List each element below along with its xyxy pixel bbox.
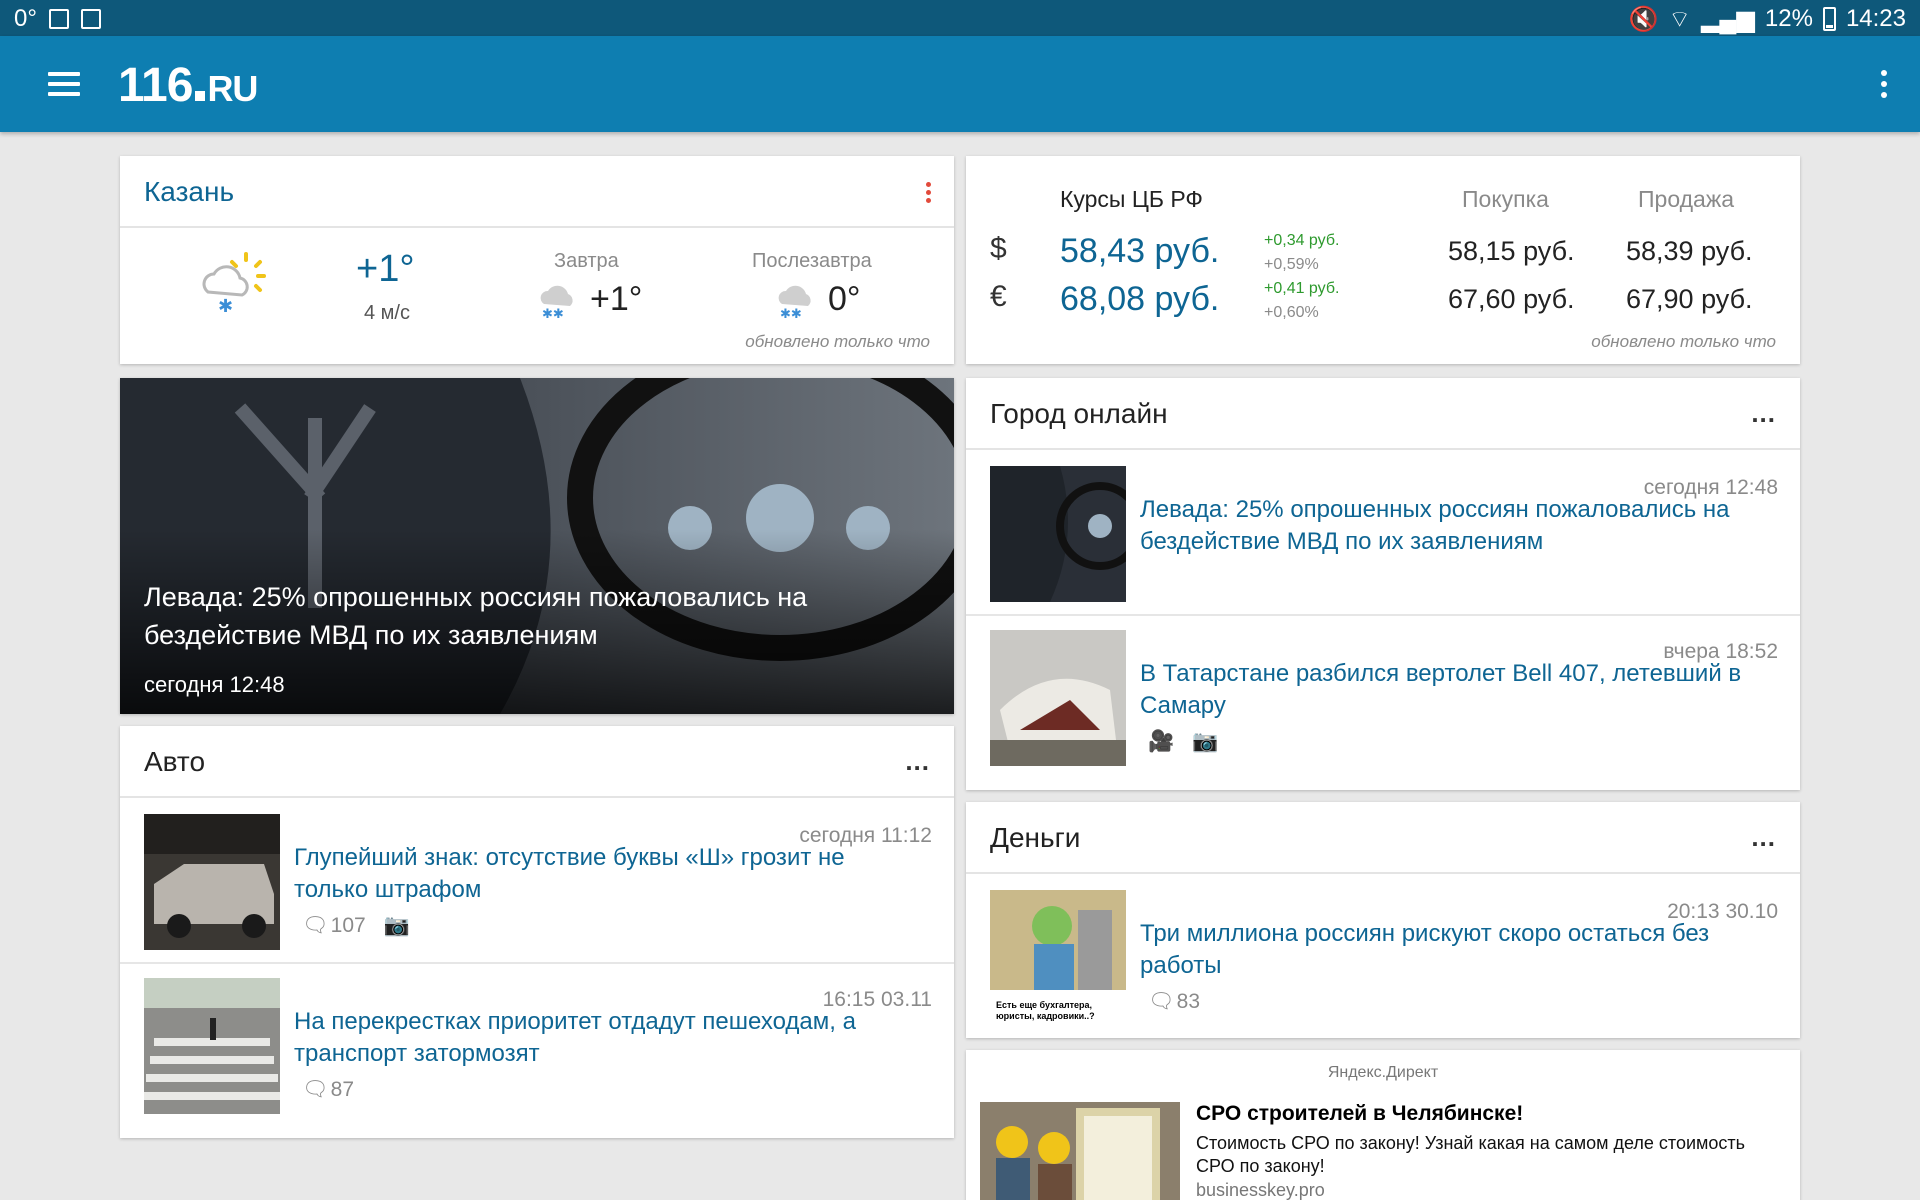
sell-column-label: Продажа xyxy=(1638,186,1734,212)
comment-icon: 🗨 xyxy=(302,1078,329,1101)
city-online-card: Город онлайн ... сегодня 12:48 Левада: 2… xyxy=(966,378,1800,790)
auto-section-title[interactable]: Авто xyxy=(144,746,205,778)
logo-domain: RU xyxy=(207,68,258,109)
city-online-more-button[interactable]: ... xyxy=(1751,400,1776,426)
news-title[interactable]: Левада: 25% опрошенных россиян пожаловал… xyxy=(1140,494,1760,558)
usd-change-pct: +0,59% xyxy=(1264,256,1319,273)
svg-text:✱: ✱ xyxy=(218,296,233,314)
screenshot-icon xyxy=(80,9,101,29)
news-title[interactable]: Глупейший знак: отсутствие буквы «Ш» гро… xyxy=(294,842,914,906)
news-thumbnail: Есть еще бухгалтера, юристы, кадровики..… xyxy=(990,890,1126,1026)
thumbnail-caption: Есть еще бухгалтера, юристы, кадровики..… xyxy=(996,1000,1095,1021)
eur-rate: 68,08 руб. xyxy=(1060,280,1220,318)
news-title[interactable]: В Татарстане разбился вертолет Bell 407,… xyxy=(1140,658,1760,722)
comments-number: 87 xyxy=(330,1078,355,1101)
cloud-snow-icon: ✱✱ xyxy=(778,285,811,320)
news-title[interactable]: На перекрестках приоритет отдадут пешехо… xyxy=(294,1006,914,1070)
ad-text: Стоимость СРО по закону! Узнай какая на … xyxy=(1196,1133,1746,1176)
comment-icon: 🗨 xyxy=(302,914,329,937)
app-bar: 116 RU xyxy=(0,36,1920,132)
auto-card: Авто ... сегодня 11:12 Глупейший знак: о… xyxy=(120,726,954,1138)
usd-rate: 58,43 руб. xyxy=(1060,232,1220,270)
overflow-menu-icon[interactable] xyxy=(1878,70,1890,100)
eur-symbol: € xyxy=(990,280,1007,313)
usd-change-abs: +0,34 руб. xyxy=(1264,232,1340,249)
usd-sell: 58,39 руб. xyxy=(1626,236,1753,266)
ad-image xyxy=(980,1102,1180,1200)
hero-time: сегодня 12:48 xyxy=(144,672,285,697)
list-item[interactable]: сегодня 12:48 Левада: 25% опрошенных рос… xyxy=(966,452,1802,616)
battery-percent: 12% xyxy=(1764,5,1813,32)
cloud-snow-icon: ✱✱ xyxy=(540,285,573,320)
wifi-icon: ⌔ xyxy=(1668,6,1691,33)
wind-speed: 4 м/с xyxy=(364,302,410,324)
ad-card[interactable]: Яндекс.Директ СРО строителей в Челябинск… xyxy=(966,1050,1800,1200)
weather-updated: обновлено только что xyxy=(745,332,930,351)
money-card: Деньги ... Есть еще бухгалтера, юристы, … xyxy=(966,802,1800,1038)
comments-count: 🗨 107 xyxy=(302,914,366,938)
list-item[interactable]: сегодня 11:12 Глупейший знак: отсутствие… xyxy=(120,800,956,964)
money-more-button[interactable]: ... xyxy=(1751,824,1776,850)
photo-icon: 📷 xyxy=(383,914,410,937)
ad-title[interactable]: СРО строителей в Челябинске! xyxy=(1196,1102,1523,1126)
rates-title: Курсы ЦБ РФ xyxy=(1060,186,1203,212)
list-item[interactable]: вчера 18:52 В Татарстане разбился вертол… xyxy=(966,616,1802,780)
battery-icon xyxy=(1822,7,1836,31)
list-item[interactable]: 16:15 03.11 На перекрестках приоритет от… xyxy=(120,964,956,1128)
usd-buy: 58,15 руб. xyxy=(1448,236,1575,266)
comment-icon: 🗨 xyxy=(1148,990,1175,1013)
eur-sell: 67,90 руб. xyxy=(1626,284,1753,314)
city-online-section-title[interactable]: Город онлайн xyxy=(990,398,1168,430)
eur-change-abs: +0,41 руб. xyxy=(1264,280,1340,297)
cloud-snow-sun-icon: ✱ xyxy=(202,252,266,314)
status-bar: 0° 🔇 ⌔ ▂▄▆ 12% 14:23 xyxy=(0,0,1920,36)
video-icon: 🎥 xyxy=(1148,730,1175,753)
svg-text:✱✱: ✱✱ xyxy=(780,307,802,320)
news-thumbnail xyxy=(144,814,280,950)
after-tomorrow-label: Послезавтра xyxy=(752,250,872,272)
site-logo[interactable]: 116 RU xyxy=(118,58,258,113)
hero-title[interactable]: Левада: 25% опрошенных россиян пожаловал… xyxy=(144,578,924,654)
weather-city[interactable]: Казань xyxy=(144,176,234,208)
buy-column-label: Покупка xyxy=(1462,186,1549,212)
news-thumbnail xyxy=(990,466,1126,602)
rates-card: Курсы ЦБ РФ Покупка Продажа $ 58,43 руб.… xyxy=(966,156,1800,364)
ad-domain[interactable]: businesskey.pro xyxy=(1196,1180,1325,1200)
photo-icon: 📷 xyxy=(1192,730,1219,753)
auto-more-button[interactable]: ... xyxy=(905,748,930,774)
menu-icon[interactable] xyxy=(48,72,80,96)
list-item[interactable]: Есть еще бухгалтера, юристы, кадровики..… xyxy=(966,876,1802,1040)
current-temperature: +1° xyxy=(356,248,415,290)
svg-text:✱✱: ✱✱ xyxy=(542,307,564,320)
mute-icon: 🔇 xyxy=(1628,5,1659,33)
comments-number: 107 xyxy=(330,914,366,937)
signal-icon: ▂▄▆ xyxy=(1700,5,1755,33)
weather-menu-icon[interactable] xyxy=(926,182,932,204)
hero-photo xyxy=(120,378,954,714)
temperature-indicator: 0° xyxy=(14,5,37,32)
eur-change-pct: +0,60% xyxy=(1264,304,1319,321)
comments-count: 🗨 87 xyxy=(302,1078,354,1102)
after-tomorrow-temperature: 0° xyxy=(828,280,861,318)
money-section-title[interactable]: Деньги xyxy=(990,822,1080,854)
logo-number: 116 xyxy=(118,59,193,112)
comments-number: 83 xyxy=(1176,990,1201,1013)
news-thumbnail xyxy=(144,978,280,1114)
hero-news-card[interactable]: Левада: 25% опрошенных россиян пожаловал… xyxy=(120,378,954,714)
gallery-icon xyxy=(48,9,69,29)
rates-updated: обновлено только что xyxy=(1591,332,1776,351)
usd-symbol: $ xyxy=(990,232,1007,265)
eur-buy: 67,60 руб. xyxy=(1448,284,1575,314)
tomorrow-label: Завтра xyxy=(554,250,619,272)
weather-card: Казань ✱ +1° 4 м/с Завтра ✱✱ +1° Послеза… xyxy=(120,156,954,364)
news-title[interactable]: Три миллиона россиян рискуют скоро остат… xyxy=(1140,918,1760,982)
ad-source: Яндекс.Директ xyxy=(1327,1064,1439,1081)
clock: 14:23 xyxy=(1845,5,1906,32)
comments-count: 🗨 83 xyxy=(1148,990,1200,1014)
tomorrow-temperature: +1° xyxy=(590,280,643,318)
news-thumbnail xyxy=(990,630,1126,766)
